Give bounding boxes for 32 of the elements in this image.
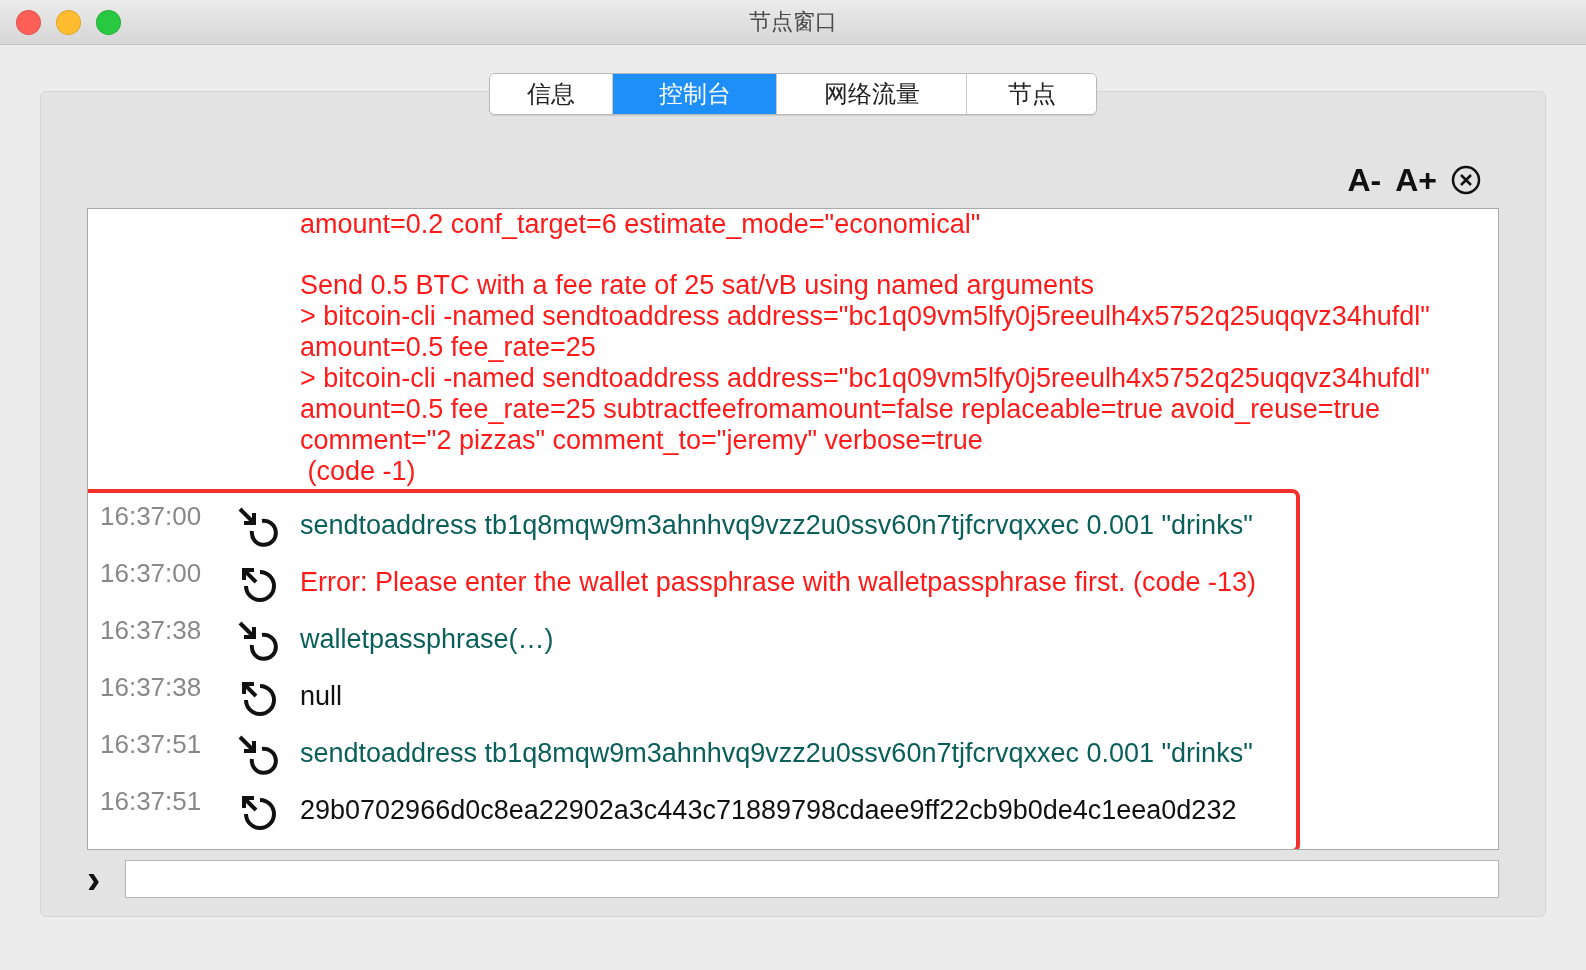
timestamp: 16:37:38 <box>99 614 203 646</box>
console-message: 29b0702966d0c8ea22902a3c443c71889798cdaee9ff22cb9b0de4c1eea0d232 <box>300 795 1237 826</box>
timestamp: 16:37:51 <box>99 785 203 817</box>
help-text-line: amount=0.5 fee_rate=25 subtractfeefromamount=false replaceable=true avoid_reuse=true <box>300 394 1381 425</box>
console-message: sendtoaddress tb1q8mqw9m3ahnhvq9vzz2u0ssv60n7tjfcrvqxxec 0.001 "drinks" <box>300 510 1253 541</box>
help-text-line: > bitcoin-cli -named sendtoaddress address="bc1q09vm5lfy0j5reeulh4x5752q25uqqvz34hufdl" <box>300 301 1431 332</box>
help-text-line: (code -1) <box>306 456 417 487</box>
tab[interactable]: 节点 <box>966 74 1096 114</box>
timestamp: 16:37:38 <box>99 671 203 703</box>
timestamp: 16:37:00 <box>99 557 203 589</box>
minimize-button[interactable] <box>56 10 81 35</box>
help-text-line: amount=0.5 fee_rate=25 <box>300 332 597 363</box>
console-message: walletpassphrase(…) <box>300 624 554 655</box>
font-size-button[interactable]: A+ <box>1395 161 1437 199</box>
command-input[interactable] <box>125 860 1499 898</box>
help-text-line: comment="2 pizzas" comment_to="jeremy" verbose=true <box>300 425 984 456</box>
timestamp: 16:37:51 <box>99 728 203 760</box>
console-message: sendtoaddress tb1q8mqw9m3ahnhvq9vzz2u0ssv60n7tjfcrvqxxec 0.001 "drinks" <box>300 738 1253 769</box>
console-message: null <box>300 681 343 712</box>
help-text-line: amount=0.2 conf_target=6 estimate_mode="economical" <box>300 209 982 240</box>
zoom-button[interactable] <box>96 10 121 35</box>
console-message: Error: Please enter the wallet passphrase with walletpassphrase first. (code -13) <box>300 567 1256 598</box>
window-title: 节点窗口 <box>749 8 837 36</box>
tab[interactable]: 信息 <box>490 74 612 114</box>
font-size-button[interactable]: A- <box>1347 161 1382 199</box>
close-button[interactable] <box>16 10 41 35</box>
timestamp: 16:37:00 <box>99 500 203 532</box>
help-text-line: > bitcoin-cli -named sendtoaddress address="bc1q09vm5lfy0j5reeulh4x5752q25uqqvz34hufdl" <box>300 363 1431 394</box>
prompt-symbol: › <box>87 864 102 894</box>
clear-icon[interactable] <box>1451 165 1481 195</box>
help-text-line: Send 0.5 BTC with a fee rate of 25 sat/vB using named arguments <box>300 270 1095 301</box>
tab[interactable]: 网络流量 <box>776 74 966 114</box>
